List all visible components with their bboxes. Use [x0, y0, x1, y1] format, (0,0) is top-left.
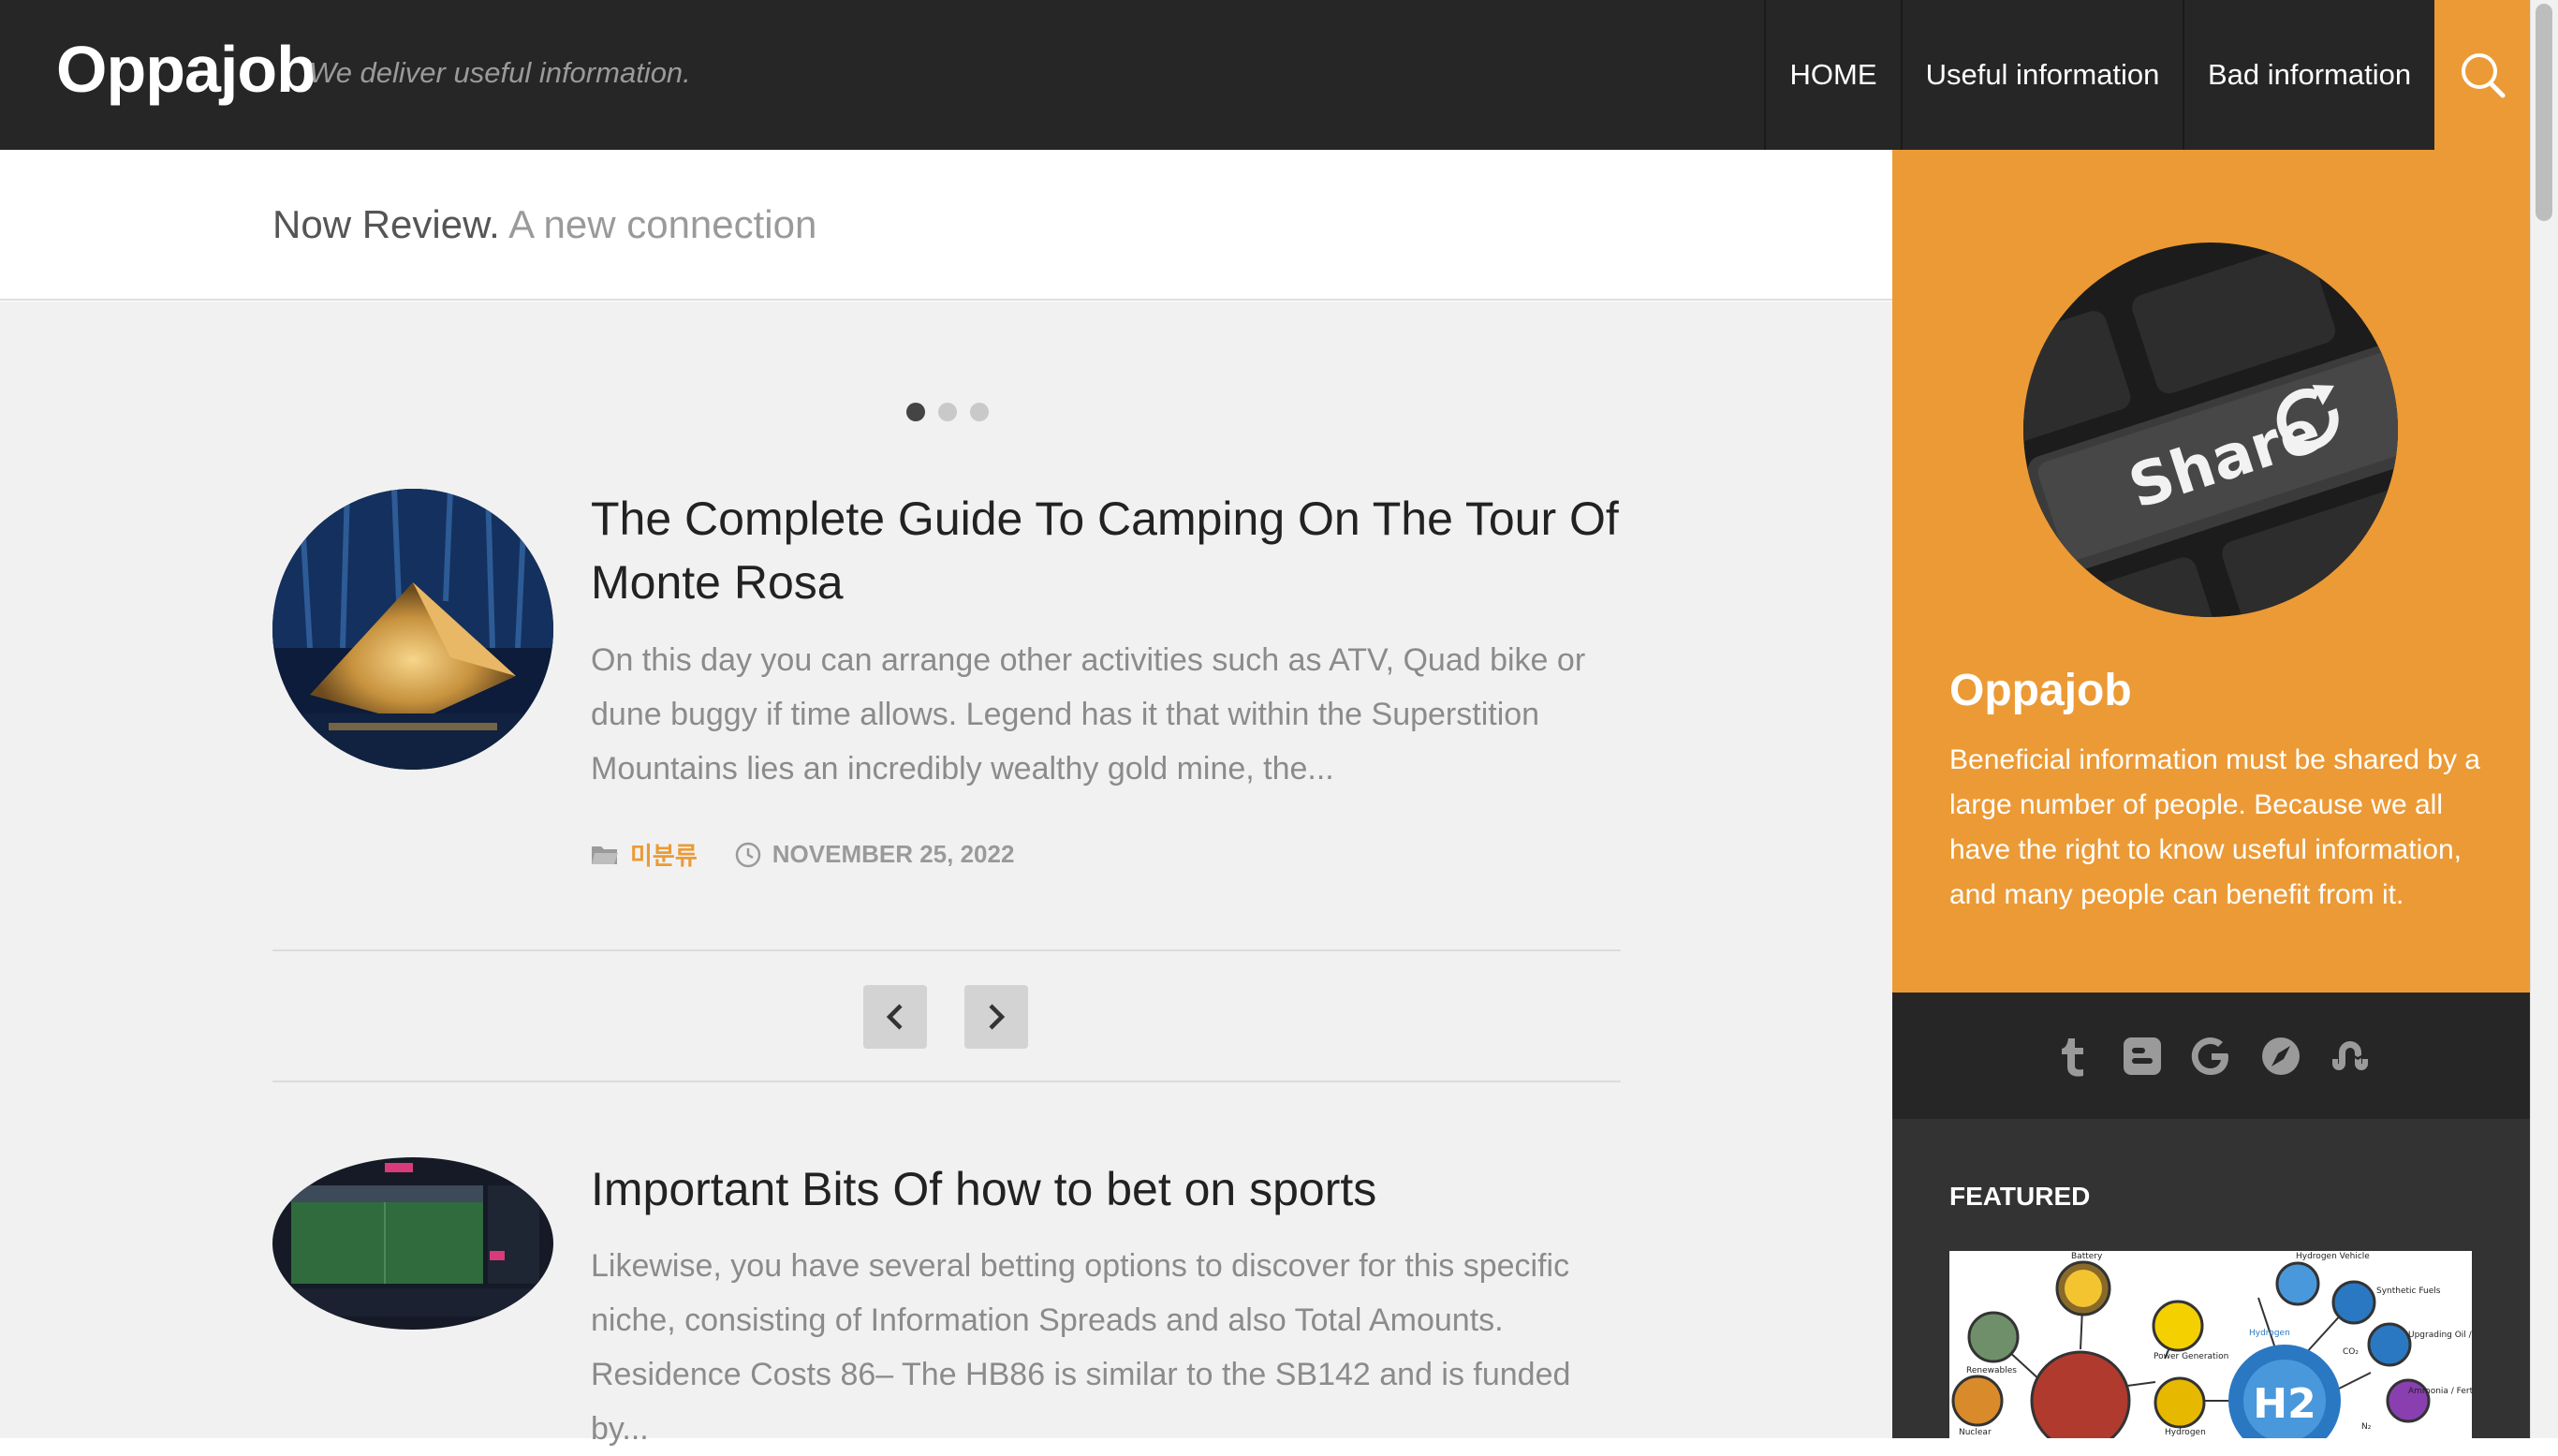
- featured-label-synthetic-fuels: Synthetic Fuels: [2376, 1287, 2441, 1296]
- chevron-left-icon: [886, 1004, 903, 1030]
- featured-label-hydrogen-2: Hydrogen: [2165, 1428, 2206, 1437]
- featured-label-renewables: Renewables: [1966, 1366, 2017, 1375]
- site-logo[interactable]: Oppajob: [56, 32, 316, 107]
- nav-item-useful-information[interactable]: Useful information: [1901, 0, 2183, 150]
- featured-label-hydrogen: Hydrogen: [2249, 1329, 2290, 1338]
- main-nav: HOME Useful information Bad information: [1764, 0, 2434, 150]
- divider: [272, 1081, 1621, 1082]
- tumblr-icon[interactable]: [2051, 1035, 2095, 1078]
- post-thumbnail-sports[interactable]: [272, 1157, 553, 1330]
- slider-dots: [906, 403, 989, 421]
- featured-label-ammonia: Ammonia / Fertilizer: [2408, 1387, 2472, 1396]
- sidebar-description: Beneficial information must be shared by…: [1949, 744, 2480, 910]
- site-tagline: We deliver useful information.: [309, 56, 691, 89]
- avatar: Share: [2023, 243, 2398, 617]
- post-excerpt: On this day you can arrange other activi…: [591, 642, 1586, 787]
- compass-icon[interactable]: [2259, 1035, 2302, 1078]
- clock-icon: [735, 842, 761, 867]
- social-links: [1892, 993, 2530, 1119]
- sidebar-site-name: Oppajob: [1949, 666, 2132, 715]
- stumbleupon-icon[interactable]: [2329, 1035, 2372, 1078]
- blogger-icon[interactable]: [2121, 1035, 2164, 1078]
- featured-heading: FEATURED: [1949, 1182, 2091, 1211]
- post-title[interactable]: Important Bits Of how to bet on sports: [591, 1157, 1621, 1221]
- post-thumbnail-camping[interactable]: [272, 489, 553, 770]
- prev-button[interactable]: [863, 985, 927, 1049]
- post-meta: 미분류 NOVEMBER 25, 2022: [591, 837, 1014, 872]
- chevron-right-icon: [989, 1004, 1006, 1030]
- post-date: NOVEMBER 25, 2022: [772, 840, 1015, 868]
- next-button[interactable]: [964, 985, 1028, 1049]
- post-excerpt: Likewise, you have several betting optio…: [591, 1248, 1571, 1447]
- slider-dot-3[interactable]: [970, 403, 989, 421]
- search-icon: [2462, 53, 2506, 98]
- featured-label-nuclear: Nuclear: [1959, 1428, 1992, 1437]
- page-title-main: Now Review.: [272, 202, 500, 246]
- folder-icon: [592, 846, 618, 864]
- search-button[interactable]: [2434, 0, 2530, 150]
- slider-dot-2[interactable]: [938, 403, 957, 421]
- featured-image[interactable]: H2 Battery Hydrogen Vehicle Synthetic Fu…: [1949, 1251, 2472, 1438]
- site-header: Oppajob We deliver useful information. H…: [0, 0, 2530, 150]
- page-subheader: Now Review. A new connection: [0, 150, 1892, 301]
- google-icon[interactable]: [2190, 1035, 2233, 1078]
- featured-label-battery: Battery: [2071, 1252, 2103, 1261]
- page-subtitle: A new connection: [508, 202, 817, 246]
- featured-label-n2: N₂: [2361, 1422, 2372, 1432]
- divider: [272, 949, 1621, 951]
- nav-item-bad-information[interactable]: Bad information: [2183, 0, 2434, 150]
- nav-item-home[interactable]: HOME: [1764, 0, 1901, 150]
- page-title: Now Review. A new connection: [272, 202, 816, 247]
- featured-label-upgrading: Upgrading Oil / Biomass: [2408, 1331, 2472, 1340]
- scrollbar-thumb[interactable]: [2536, 4, 2552, 221]
- featured-label-hydrogen-vehicle: Hydrogen Vehicle: [2296, 1252, 2370, 1261]
- slider-dot-1[interactable]: [906, 403, 925, 421]
- featured-label-co2: CO₂: [2343, 1347, 2359, 1357]
- post-category[interactable]: 미분류: [630, 837, 698, 872]
- post-title[interactable]: The Complete Guide To Camping On The Tou…: [591, 487, 1621, 614]
- featured-h2-text: H2: [2253, 1380, 2315, 1428]
- featured-label-power-generation: Power Generation: [2154, 1352, 2228, 1361]
